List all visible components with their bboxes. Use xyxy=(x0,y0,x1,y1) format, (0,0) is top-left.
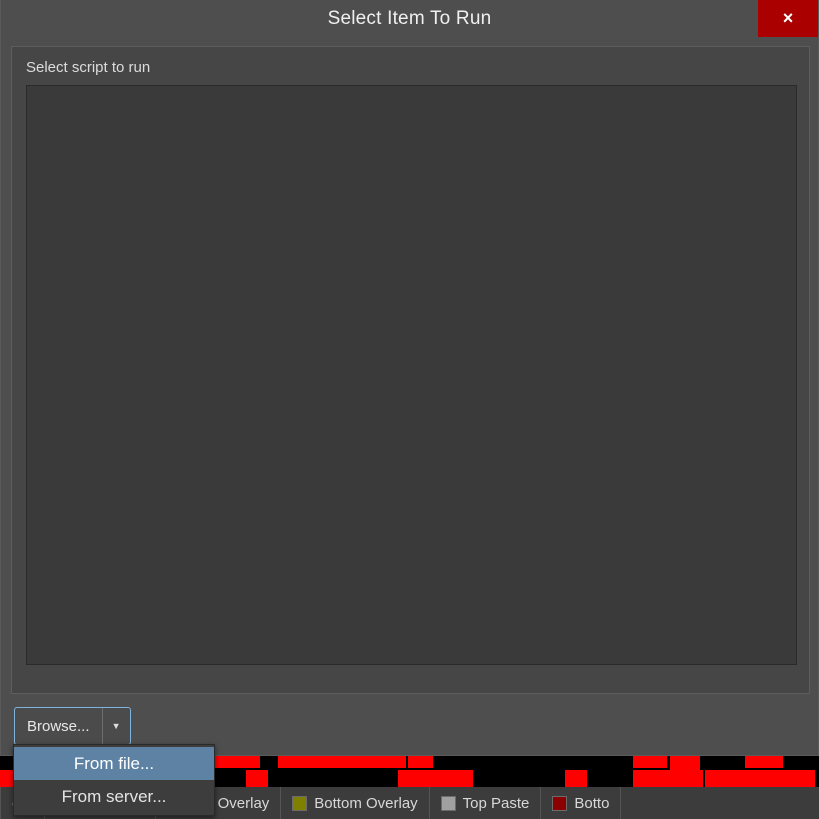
pcb-trace-block xyxy=(408,754,433,768)
screen-root: e...Mechanical 1Top OverlayBottom Overla… xyxy=(0,0,819,819)
dialog-content-panel: Select script to run xyxy=(11,46,810,694)
pcb-trace-block xyxy=(278,754,406,768)
pcb-trace-block xyxy=(705,770,815,787)
browse-dropdown-menu[interactable]: From file... From server... xyxy=(13,744,215,816)
pcb-trace-block xyxy=(745,754,783,768)
pcb-trace-block xyxy=(0,770,14,787)
layer-tab-label: Top Paste xyxy=(462,794,530,812)
chevron-down-icon[interactable]: ▼ xyxy=(101,708,130,744)
pcb-trace-block xyxy=(246,770,268,787)
layer-color-swatch xyxy=(292,795,308,811)
dialog-title: Select Item To Run xyxy=(327,8,492,29)
pcb-trace-block xyxy=(565,770,587,787)
browse-button[interactable]: Browse... xyxy=(15,708,102,744)
layer-tab[interactable]: Botto xyxy=(541,787,622,819)
select-item-to-run-dialog: Select Item To Run × Select script to ru… xyxy=(0,0,819,756)
menu-item-from-file[interactable]: From file... xyxy=(14,747,214,780)
close-icon[interactable]: × xyxy=(758,0,818,37)
browse-split-button[interactable]: Browse... ▼ xyxy=(14,707,131,745)
layer-color-swatch xyxy=(440,795,456,811)
script-listbox[interactable] xyxy=(26,85,797,665)
layer-tab-label: Botto xyxy=(574,794,610,812)
dialog-titlebar: Select Item To Run × xyxy=(1,0,818,38)
layer-tab-label: Bottom Overlay xyxy=(314,794,418,812)
pcb-trace-block xyxy=(398,770,473,787)
layer-color-swatch xyxy=(552,795,568,811)
menu-item-from-server[interactable]: From server... xyxy=(14,780,214,813)
dialog-button-row: Browse... ▼ OK Cancel xyxy=(1,702,819,750)
pcb-trace-block xyxy=(633,770,703,787)
pcb-trace-block xyxy=(208,754,260,768)
pcb-trace-block xyxy=(633,754,667,768)
select-script-label: Select script to run xyxy=(26,59,151,76)
layer-tab[interactable]: Top Paste xyxy=(430,787,542,819)
layer-tab[interactable]: Bottom Overlay xyxy=(281,787,430,819)
